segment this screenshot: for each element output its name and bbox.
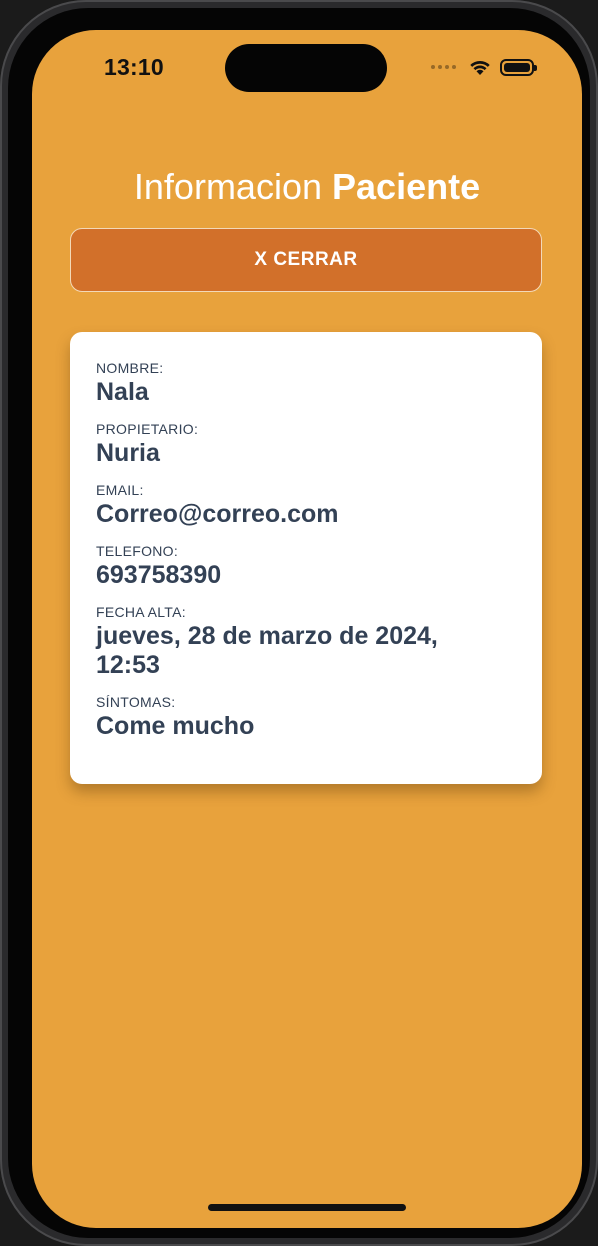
field-nombre: NOMBRE: Nala [96,360,516,407]
field-fecha-alta: FECHA ALTA: jueves, 28 de marzo de 2024,… [96,604,516,680]
cellular-dots-icon [431,65,456,69]
page-title-regular: Informacion [133,166,322,207]
field-label: NOMBRE: [96,360,164,376]
wifi-icon [470,61,490,75]
field-value-line2: 12:53 [96,651,160,679]
field-label: PROPIETARIO: [96,421,199,437]
page-title: Informacion Paciente [32,166,582,208]
app-screen: 13:10 Informacion Paciente X CERRAR NOMB… [32,30,582,1228]
field-value-line1: jueves, 28 de marzo de 2024, [96,622,438,650]
field-sintomas: SÍNTOMAS: Come mucho [96,694,516,741]
dynamic-island [225,44,387,92]
home-indicator[interactable] [208,1204,406,1211]
field-value: Come mucho [96,712,255,740]
field-propietario: PROPIETARIO: Nuria [96,421,516,468]
status-bar: 13:10 [32,30,582,100]
field-email: EMAIL: Correo@correo.com [96,482,516,529]
close-button[interactable]: X CERRAR [70,228,542,292]
field-label: TELEFONO: [96,543,179,559]
status-time: 13:10 [104,54,164,80]
field-value: Nala [96,378,149,406]
field-value: Correo@correo.com [96,500,339,528]
field-label: EMAIL: [96,482,144,498]
field-value: 693758390 [96,561,222,589]
phone-frame: 13:10 Informacion Paciente X CERRAR NOMB… [0,0,598,1246]
field-label: FECHA ALTA: [96,604,186,620]
page-title-bold: Paciente [332,166,481,207]
phone-bezel: 13:10 Informacion Paciente X CERRAR NOMB… [8,8,590,1238]
field-telefono: TELEFONO: 693758390 [96,543,516,590]
field-label: SÍNTOMAS: [96,694,176,710]
patient-info-card: NOMBRE: Nala PROPIETARIO: Nuria EMAIL: C… [70,332,542,784]
status-icons [431,56,537,78]
field-value: Nuria [96,439,160,467]
close-button-label: X CERRAR [254,249,358,270]
battery-icon [500,58,537,76]
